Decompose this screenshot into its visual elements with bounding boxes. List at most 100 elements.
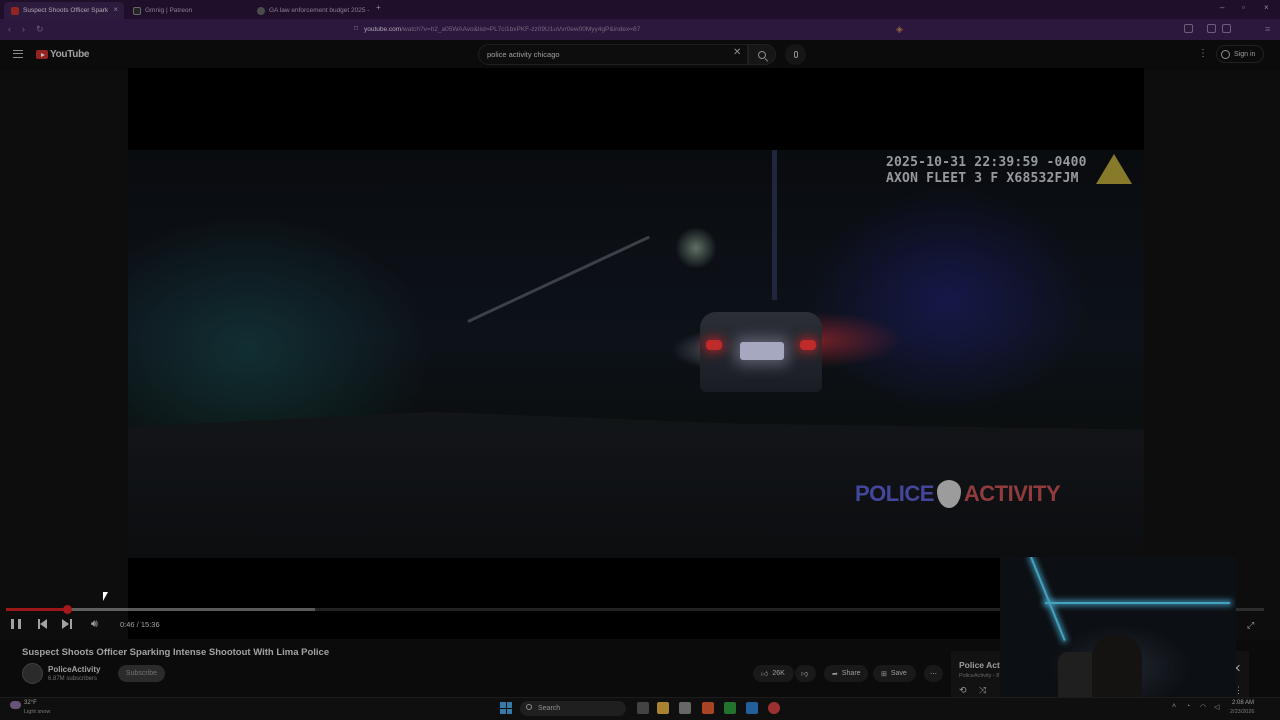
next-button[interactable] <box>62 619 72 629</box>
sign-in-label: Sign in <box>1234 50 1256 58</box>
address-bar-row: ‹ › ↻ ⌑ youtube.com /watch?v=h2_a05WAAvo… <box>0 19 1280 40</box>
progress-played <box>6 608 68 611</box>
url-path: /watch?v=h2_a05WAAvo&list=PL7ci1bxPKF-zz… <box>401 26 641 33</box>
browser-menu-icon[interactable]: ≡ <box>1265 24 1270 34</box>
google-favicon-icon <box>257 6 265 15</box>
like-count: 26K <box>772 670 785 677</box>
taskbar-search-icon <box>526 704 532 710</box>
search-input[interactable]: police activity chicago <box>478 44 748 65</box>
suspect-car <box>700 312 822 392</box>
tab-label: Gmnig | Patreon <box>145 7 193 14</box>
channel-name[interactable]: PoliceActivity <box>48 665 100 674</box>
new-tab-button[interactable]: + <box>376 3 381 12</box>
volume-icon[interactable]: 🔊︎ <box>91 618 98 631</box>
windows-logo-icon <box>506 702 512 708</box>
loop-icon[interactable]: ⟲ <box>959 685 967 696</box>
youtube-logo-text: YouTube <box>50 49 90 60</box>
weather-icon[interactable] <box>10 701 21 709</box>
road-line <box>467 235 650 323</box>
store-icon[interactable] <box>679 702 691 714</box>
url-host: youtube.com <box>364 26 402 33</box>
brave-browser-icon[interactable] <box>702 702 714 714</box>
more-options-icon[interactable]: ⋮ <box>1198 48 1208 59</box>
taskbar-search[interactable]: Search <box>520 701 626 716</box>
channel-watermark: POLICE ACTIVITY <box>855 480 1061 508</box>
tail-light <box>706 340 722 350</box>
more-actions-button[interactable]: ⋯ <box>924 665 943 682</box>
time-display: 0:46 / 15:36 <box>120 620 160 629</box>
reload-icon[interactable]: ↻ <box>36 24 44 35</box>
clock-time[interactable]: 2:08 AM <box>1232 700 1254 706</box>
watermark-right: ACTIVITY <box>963 481 1061 506</box>
tab-youtube-video[interactable]: Suspect Shoots Officer Spark × <box>4 2 124 19</box>
restore-icon[interactable]: ▫ <box>1242 3 1245 12</box>
forward-icon[interactable]: › <box>22 24 25 34</box>
mouse-cursor-icon <box>103 592 108 601</box>
share-label: Share <box>841 670 861 677</box>
pause-bar-icon <box>11 619 14 629</box>
subscriber-count: 6.87M subscribers <box>48 676 98 682</box>
task-view-icon[interactable] <box>637 702 649 714</box>
tab-ga-budget[interactable]: GA law enforcement budget 2025 - <box>250 2 372 19</box>
chrome-icon[interactable] <box>768 702 780 714</box>
tab-patreon[interactable]: Gmnig | Patreon <box>126 2 248 19</box>
clock-date[interactable]: 2/23/2026 <box>1230 709 1254 715</box>
bookmark-icon[interactable]: ⌑ <box>354 24 358 33</box>
save-button[interactable]: ⊞ Save <box>873 665 916 682</box>
tray-chevron-icon[interactable]: ˄ <box>1172 703 1176 710</box>
street-pole <box>772 150 777 300</box>
start-button[interactable] <box>500 702 512 714</box>
windows-logo-icon <box>500 702 506 708</box>
minimize-icon[interactable]: – <box>1220 3 1224 12</box>
watermark-left: POLICE <box>855 481 934 506</box>
file-explorer-icon[interactable] <box>657 702 669 714</box>
video-title: Suspect Shoots Officer Sparking Intense … <box>22 647 330 658</box>
xbox-icon[interactable] <box>724 702 736 714</box>
youtube-play-icon <box>36 50 48 59</box>
thumbs-down-icon: 👎︎ <box>801 671 809 678</box>
shuffle-icon[interactable]: ⤨ <box>979 685 986 696</box>
hamburger-menu-icon[interactable] <box>13 50 23 58</box>
fullscreen-icon[interactable]: ⤢ <box>1247 620 1254 631</box>
dashcam-overlay: 2025-10-31 22:39:59 -0400 AXON FLEET 3 F… <box>886 155 1087 187</box>
pause-button[interactable] <box>11 619 21 629</box>
browser-tab-strip: Suspect Shoots Officer Spark × Gmnig | P… <box>0 0 1280 19</box>
network-icon[interactable]: ◔ <box>1186 703 1190 710</box>
close-window-icon[interactable]: × <box>1264 3 1269 12</box>
app-icon[interactable] <box>746 702 758 714</box>
led-strip <box>1045 602 1230 604</box>
account-icon <box>1221 49 1230 59</box>
brave-shield-icon[interactable]: ◈ <box>896 24 903 35</box>
close-tab-icon[interactable]: × <box>113 5 118 14</box>
url-bar[interactable]: youtube.com /watch?v=h2_a05WAAvo&list=PL… <box>364 22 894 37</box>
channel-avatar[interactable] <box>22 663 43 684</box>
speaker-icon[interactable]: ◁ <box>1214 703 1219 711</box>
sign-in-button[interactable]: Sign in <box>1216 45 1264 63</box>
media-icon[interactable] <box>1207 24 1216 33</box>
axon-logo-icon <box>1096 154 1132 184</box>
webcam-overlay <box>1000 557 1236 710</box>
wifi-icon[interactable]: ◠ <box>1200 703 1206 711</box>
back-icon[interactable]: ‹ <box>8 24 11 34</box>
led-strip <box>1030 557 1066 641</box>
share-button[interactable]: ➦ Share <box>824 665 868 682</box>
dislike-button[interactable]: 👎︎ <box>795 665 816 682</box>
like-button[interactable]: 👍︎ 26K <box>753 665 794 682</box>
youtube-logo[interactable]: YouTube <box>36 49 90 60</box>
save-label: Save <box>890 670 907 677</box>
previous-button[interactable] <box>38 619 48 629</box>
dashcam-timestamp: 2025-10-31 22:39:59 -0400 <box>886 155 1087 170</box>
sidebar-icon[interactable] <box>1184 24 1193 33</box>
subscribe-button[interactable]: Subscribe <box>118 665 165 682</box>
clear-search-icon[interactable]: ✕ <box>733 47 741 58</box>
voice-search-button[interactable] <box>785 44 806 65</box>
dashcam-device-id: AXON FLEET 3 F X68532FJM <box>886 171 1079 186</box>
more-horizontal-icon: ⋯ <box>930 670 937 678</box>
youtube-header: YouTube police activity chicago ✕ ⋮ Sign… <box>0 40 1280 70</box>
windows-logo-icon <box>500 708 506 714</box>
microphone-icon <box>793 51 798 58</box>
video-player[interactable]: 2025-10-31 22:39:59 -0400 AXON FLEET 3 F… <box>128 68 1144 639</box>
video-frame[interactable]: 2025-10-31 22:39:59 -0400 AXON FLEET 3 F… <box>128 150 1144 558</box>
search-button[interactable] <box>748 44 776 65</box>
wallet-icon[interactable] <box>1222 24 1231 33</box>
